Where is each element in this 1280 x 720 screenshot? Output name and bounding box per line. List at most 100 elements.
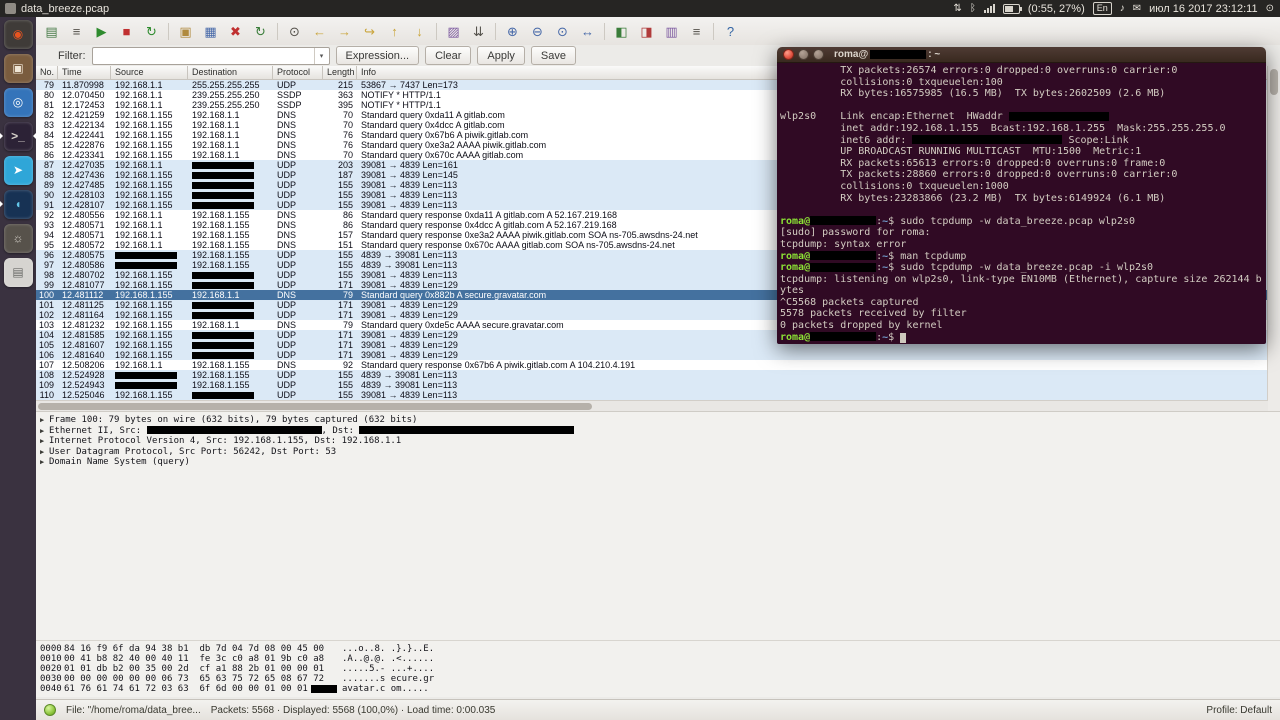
launcher-item-text-editor[interactable]: ▤ bbox=[0, 255, 36, 289]
sync-icon[interactable]: ⇅ bbox=[953, 3, 961, 14]
go-first-button[interactable]: ↑ bbox=[383, 20, 406, 43]
packet-cell-time: 12.070450 bbox=[62, 90, 105, 100]
column-length[interactable]: Length bbox=[323, 66, 357, 80]
battery-icon[interactable] bbox=[1002, 3, 1022, 14]
preferences-button[interactable]: ≡ bbox=[685, 20, 708, 43]
apply-button[interactable]: Apply bbox=[477, 46, 525, 65]
packet-cell-no: 79 bbox=[43, 80, 54, 90]
bluetooth-icon[interactable]: ᛒ bbox=[970, 3, 976, 14]
vertical-scrollbar[interactable] bbox=[1267, 66, 1280, 411]
find-packet-button[interactable]: ⊙ bbox=[283, 20, 306, 43]
volume-icon[interactable]: ♪ bbox=[1120, 3, 1125, 14]
launcher-item-browser[interactable]: ◎ bbox=[0, 85, 36, 119]
packet-cell-proto: DNS bbox=[277, 360, 297, 370]
go-last-button[interactable]: ↓ bbox=[408, 20, 431, 43]
launcher-item-system-settings[interactable]: ☼ bbox=[0, 221, 36, 255]
terminal-text: $ sudo tcpdump -w data_breeze.pcap -i wl… bbox=[888, 262, 1154, 274]
launcher-item-files[interactable]: ▣ bbox=[0, 51, 36, 85]
packet-cell-dst: 192.168.1.1 bbox=[192, 110, 240, 120]
auto-scroll-button[interactable]: ⇊ bbox=[467, 20, 490, 43]
redacted-value bbox=[192, 282, 254, 290]
expression-button[interactable]: Expression... bbox=[335, 46, 420, 65]
colorize-button[interactable]: ▨ bbox=[442, 20, 465, 43]
packet-cell-no: 90 bbox=[43, 190, 54, 200]
terminal-text: inet6 addr: bbox=[780, 134, 913, 146]
hex-ascii: .A..@.@. .<...... bbox=[342, 654, 435, 664]
scrollbar-thumb[interactable] bbox=[1270, 69, 1278, 95]
hex-offset: 0020 bbox=[40, 664, 62, 674]
reload-file-icon: ↻ bbox=[255, 23, 266, 39]
restart-capture-button[interactable]: ↻ bbox=[140, 20, 163, 43]
open-file-button[interactable]: ▣ bbox=[174, 20, 197, 43]
detail-row[interactable]: ▶ Ethernet II, Src: , Dst: bbox=[36, 426, 1280, 437]
help-button[interactable]: ? bbox=[719, 20, 742, 43]
packet-row[interactable]: 106 12.481640 192.168.1.155 UDP 171 39081 → 4… bbox=[36, 350, 1268, 360]
packet-cell-dst bbox=[188, 340, 273, 350]
packet-row[interactable]: 107 12.508206 192.168.1.1 192.168.1.155 DNS 9… bbox=[36, 360, 1268, 370]
detail-row[interactable]: ▶ User Datagram Protocol, Src Port: 56242… bbox=[36, 447, 1280, 458]
launcher-item-wireshark[interactable]: ◖ bbox=[0, 187, 36, 221]
messages-icon[interactable]: ✉ bbox=[1133, 3, 1141, 14]
keyboard-indicator[interactable]: En bbox=[1092, 2, 1112, 15]
column-destination[interactable]: Destination bbox=[188, 66, 273, 80]
clock-label[interactable]: июл 16 2017 23:12:11 bbox=[1149, 3, 1257, 15]
power-icon[interactable]: ⊙ bbox=[1266, 3, 1274, 14]
zoom-out-button[interactable]: ⊖ bbox=[526, 20, 549, 43]
filter-combo[interactable]: ▾ bbox=[91, 46, 330, 65]
packet-cell-dst bbox=[188, 390, 273, 400]
launcher-item-dash-home[interactable]: ◉ bbox=[0, 17, 36, 51]
capture-options-button[interactable]: ≡ bbox=[65, 20, 88, 43]
go-back-button[interactable]: ← bbox=[308, 20, 331, 43]
list-interfaces-button[interactable]: ▤ bbox=[40, 20, 63, 43]
launcher-item-telegram[interactable]: ➤ bbox=[0, 153, 36, 187]
start-capture-button[interactable]: ▶ bbox=[90, 20, 113, 43]
minimize-button[interactable] bbox=[798, 49, 809, 60]
packet-cell-no: 109 bbox=[38, 380, 54, 390]
packet-cell-no: 94 bbox=[43, 230, 54, 240]
capture-filters-button[interactable]: ◧ bbox=[610, 20, 633, 43]
go-to-packet-button[interactable]: ↪ bbox=[358, 20, 381, 43]
filter-input[interactable] bbox=[92, 49, 314, 62]
packet-cell-len: 79 bbox=[342, 320, 353, 330]
detail-row[interactable]: ▶ Internet Protocol Version 4, Src: 192.1… bbox=[36, 436, 1280, 447]
save-button[interactable]: Save bbox=[530, 46, 576, 65]
go-forward-button[interactable]: → bbox=[333, 20, 356, 43]
packet-row[interactable]: 108 12.524928 192.168.1.155 UDP 155 4839 → 39… bbox=[36, 370, 1268, 380]
expert-info-icon[interactable] bbox=[44, 704, 56, 716]
network-icon[interactable] bbox=[983, 4, 995, 13]
zoom-normal-button[interactable]: ⊙ bbox=[551, 20, 574, 43]
scrollbar-thumb[interactable] bbox=[38, 403, 593, 410]
terminal-titlebar[interactable]: roma@ : ~ bbox=[777, 47, 1266, 63]
column-source[interactable]: Source bbox=[111, 66, 188, 80]
zoom-in-button[interactable]: ⊕ bbox=[501, 20, 524, 43]
column-no[interactable]: No. bbox=[36, 66, 58, 80]
column-time[interactable]: Time bbox=[58, 66, 111, 80]
close-button[interactable] bbox=[783, 49, 794, 60]
detail-text: , Dst: bbox=[321, 425, 360, 436]
display-filters-button[interactable]: ◨ bbox=[635, 20, 658, 43]
packet-cell-len: 155 bbox=[337, 390, 353, 400]
packet-cell-time: 12.481112 bbox=[62, 290, 104, 300]
hex-offset: 0030 bbox=[40, 674, 62, 684]
packet-cell-proto: UDP bbox=[277, 80, 297, 90]
launcher-item-terminal[interactable]: >_ bbox=[0, 119, 36, 153]
maximize-button[interactable] bbox=[813, 49, 824, 60]
detail-row[interactable]: ▶ Domain Name System (query) bbox=[36, 457, 1280, 468]
packet-row[interactable]: 110 12.525046 192.168.1.155 UDP 155 39081 → 4… bbox=[36, 390, 1268, 400]
clear-button[interactable]: Clear bbox=[425, 46, 472, 65]
resize-columns-button[interactable]: ↔ bbox=[576, 20, 599, 43]
packet-row[interactable]: 109 12.524943 192.168.1.155 UDP 155 4839 → 39… bbox=[36, 380, 1268, 390]
packet-cell-len: 171 bbox=[337, 280, 353, 290]
close-file-button[interactable]: ✖ bbox=[224, 20, 247, 43]
filter-dropdown-icon[interactable]: ▾ bbox=[313, 47, 329, 64]
status-profile[interactable]: Profile: Default bbox=[1206, 705, 1272, 716]
coloring-rules-button[interactable]: ▥ bbox=[660, 20, 683, 43]
battery-label[interactable]: (0:55, 27%) bbox=[1028, 3, 1085, 15]
detail-row[interactable]: ▶ Frame 100: 79 bytes on wire (632 bits),… bbox=[36, 415, 1280, 426]
packet-cell-dst: 192.168.1.1 bbox=[192, 320, 240, 330]
column-protocol[interactable]: Protocol bbox=[273, 66, 323, 80]
save-file-button[interactable]: ▦ bbox=[199, 20, 222, 43]
terminal-body[interactable]: TX packets:26574 errors:0 dropped:0 over… bbox=[777, 63, 1266, 344]
reload-file-button[interactable]: ↻ bbox=[249, 20, 272, 43]
stop-capture-button[interactable]: ■ bbox=[115, 20, 138, 43]
